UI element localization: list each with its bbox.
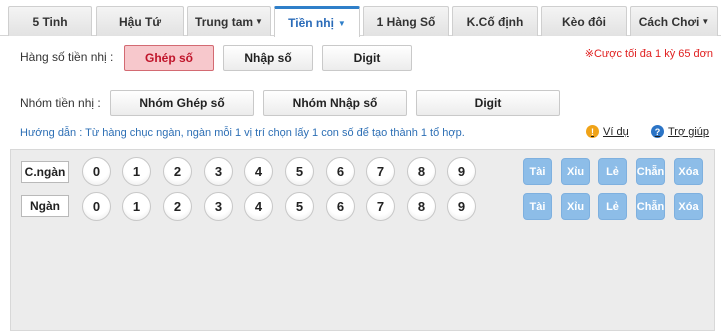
caret-down-icon: ▼ — [337, 18, 346, 28]
tai-button[interactable]: Tài — [523, 193, 552, 220]
tab-k-co-dinh[interactable]: K.Cố định — [452, 6, 538, 36]
digit-ball[interactable]: 7 — [366, 157, 395, 186]
tab-label: Hậu Tứ — [118, 14, 162, 29]
example-link[interactable]: ! Ví dụ — [586, 125, 629, 138]
tab-hau-tu[interactable]: Hậu Tứ — [96, 6, 184, 36]
tab-label: 5 Tinh — [32, 14, 68, 29]
number-selection-panel: C.ngàn 0 1 2 3 4 5 6 7 8 9 Tài Xỉu Lẻ Ch… — [10, 149, 715, 331]
tab-keo-doi[interactable]: Kèo đôi — [541, 6, 627, 36]
xoa-button[interactable]: Xóa — [674, 158, 703, 185]
tab-5-tinh[interactable]: 5 Tinh — [8, 6, 92, 36]
digit-ball[interactable]: 0 — [82, 192, 111, 221]
xiu-button[interactable]: Xỉu — [561, 158, 590, 185]
tab-tien-nhi[interactable]: Tiền nhị ▼ — [274, 6, 360, 37]
chan-button[interactable]: Chẵn — [636, 193, 665, 220]
guide-text: Hướng dẫn : Từ hàng chục ngàn, ngàn mỗi … — [20, 127, 465, 139]
caret-down-icon: ▼ — [255, 17, 263, 26]
warning-icon: ! — [586, 125, 599, 138]
nhom-nhap-so-button[interactable]: Nhóm Nhập số — [263, 90, 407, 116]
tab-label: Tiền nhị — [288, 16, 334, 30]
xoa-button[interactable]: Xóa — [674, 193, 703, 220]
example-link-label: Ví dụ — [603, 125, 629, 138]
tab-cach-choi[interactable]: Cách Chơi ▼ — [630, 6, 718, 36]
digit-ball[interactable]: 7 — [366, 192, 395, 221]
position-label-c-ngan: C.ngàn — [21, 161, 69, 183]
caret-down-icon: ▼ — [701, 17, 710, 26]
tab-1-hang-so[interactable]: 1 Hàng Số — [363, 6, 449, 36]
chan-button[interactable]: Chẵn — [636, 158, 665, 185]
digit-ball[interactable]: 3 — [204, 157, 233, 186]
digit-ball[interactable]: 6 — [326, 157, 355, 186]
digit-ball[interactable]: 0 — [82, 157, 111, 186]
ghep-so-button[interactable]: Ghép số — [124, 45, 214, 71]
digit-ball[interactable]: 1 — [122, 192, 151, 221]
digit-ball[interactable]: 9 — [447, 192, 476, 221]
row1-label: Hàng số tiền nhị : — [20, 50, 114, 64]
help-icon: ? — [651, 125, 664, 138]
digit-ball[interactable]: 3 — [204, 192, 233, 221]
group-digit-button[interactable]: Digit — [416, 90, 560, 116]
tab-label: 1 Hàng Số — [376, 14, 436, 29]
digit-ball[interactable]: 4 — [244, 157, 273, 186]
digit-ball[interactable]: 4 — [244, 192, 273, 221]
tab-label: K.Cố định — [466, 14, 524, 29]
game-tabs: 5 Tinh Hậu Tứ Trung tam ▼ Tiền nhị ▼ 1 Hàn… — [0, 0, 721, 37]
nhom-ghep-so-button[interactable]: Nhóm Ghép số — [110, 90, 254, 116]
digit-button[interactable]: Digit — [322, 45, 412, 71]
le-button[interactable]: Lẻ — [598, 193, 627, 220]
digit-ball[interactable]: 9 — [447, 157, 476, 186]
help-link[interactable]: ? Trợ giúp — [651, 125, 709, 138]
tai-button[interactable]: Tài — [523, 158, 552, 185]
tab-label: Kèo đôi — [562, 14, 606, 29]
digit-ball[interactable]: 5 — [285, 157, 314, 186]
position-label-ngan: Ngàn — [21, 195, 69, 217]
digit-ball[interactable]: 8 — [407, 157, 436, 186]
digit-ball[interactable]: 5 — [285, 192, 314, 221]
xiu-button[interactable]: Xỉu — [561, 193, 590, 220]
nhap-so-button[interactable]: Nhập số — [223, 45, 313, 71]
digit-ball[interactable]: 2 — [163, 157, 192, 186]
digit-ball[interactable]: 2 — [163, 192, 192, 221]
digit-ball[interactable]: 1 — [122, 157, 151, 186]
tab-trung-tam[interactable]: Trung tam ▼ — [187, 6, 271, 36]
le-button[interactable]: Lẻ — [598, 158, 627, 185]
digit-ball[interactable]: 8 — [407, 192, 436, 221]
tab-label: Trung tam — [195, 14, 254, 29]
max-bet-note: ※Cược tối đa 1 kỳ 65 đơn — [584, 48, 713, 60]
tab-label: Cách Chơi — [638, 14, 700, 29]
help-link-label: Trợ giúp — [668, 125, 710, 138]
digit-ball[interactable]: 6 — [326, 192, 355, 221]
row2-label: Nhóm tiền nhị : — [20, 96, 101, 110]
